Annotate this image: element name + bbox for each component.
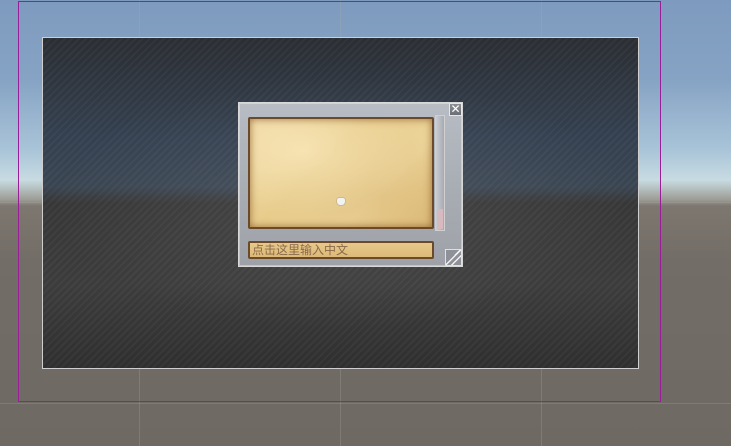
resize-grip-icon[interactable]: [445, 249, 462, 266]
chat-message-area[interactable]: [248, 117, 434, 229]
scene-grid-line: [0, 403, 731, 404]
close-button[interactable]: ✕: [449, 103, 462, 116]
pivot-hand-icon: [337, 198, 345, 205]
chat-window[interactable]: ✕: [238, 102, 463, 267]
close-icon: ✕: [450, 102, 461, 116]
chat-scrollbar[interactable]: [435, 115, 445, 231]
chat-input[interactable]: [248, 241, 434, 259]
scrollbar-thumb[interactable]: [437, 209, 443, 229]
